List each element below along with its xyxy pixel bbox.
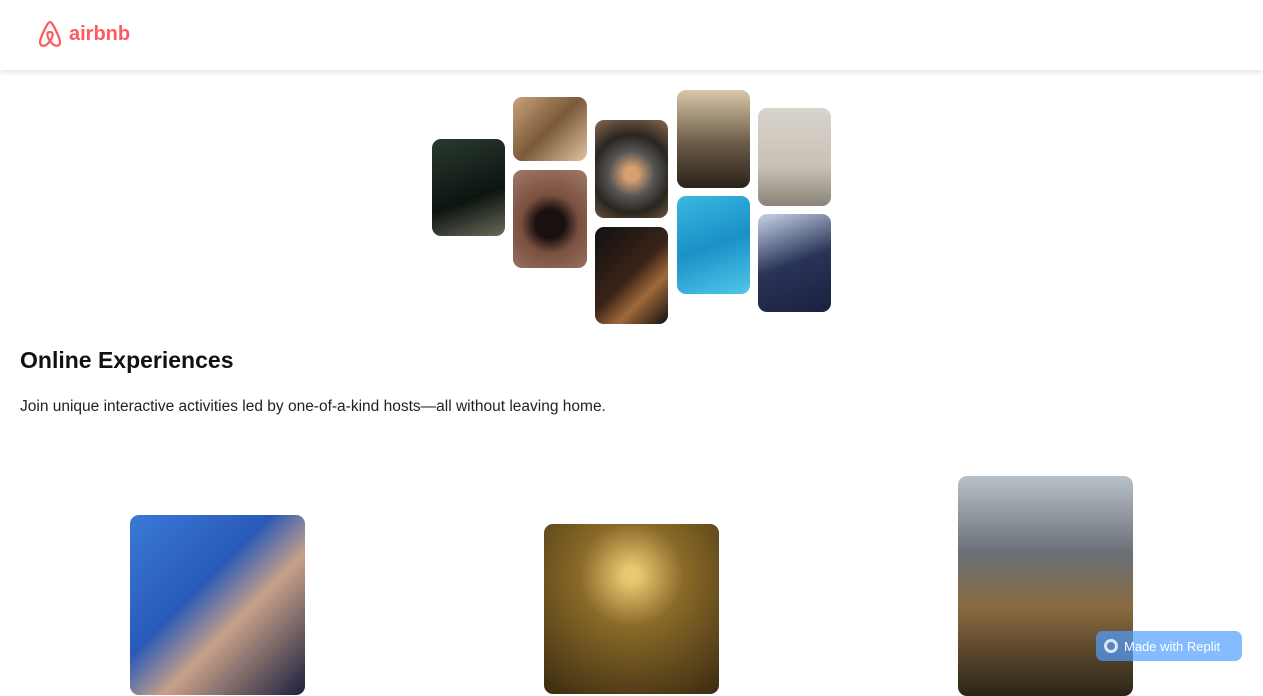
photo-bowl-food <box>595 120 668 218</box>
photo-dancer-doorway <box>513 170 587 268</box>
photo-cooking-pan <box>432 139 505 236</box>
photo-singer-microphone <box>758 214 831 312</box>
section-subtitle: Join unique interactive activities led b… <box>20 398 606 415</box>
top-nav: airbnb <box>0 0 1263 70</box>
badge-label: Made with Replit <box>1124 638 1221 654</box>
experience-card-bike[interactable] <box>958 476 1133 696</box>
made-with-replit-badge[interactable]: Made with Replit <box>1096 631 1242 661</box>
airbnb-logo-icon <box>38 20 62 47</box>
photo-guitar <box>595 227 668 324</box>
replit-icon <box>1104 639 1118 653</box>
experience-card-swimmer[interactable] <box>130 515 305 695</box>
photo-woman-portrait <box>513 97 587 161</box>
section-title: Online Experiences <box>20 347 234 373</box>
photo-yoga-meditation <box>758 108 831 206</box>
photo-swimmer-pool <box>677 196 750 294</box>
photo-microphone-piano <box>677 90 750 188</box>
airbnb-logo[interactable]: airbnb <box>35 19 130 49</box>
logo-text: airbnb <box>69 22 131 45</box>
experience-card-bride[interactable] <box>544 524 719 694</box>
